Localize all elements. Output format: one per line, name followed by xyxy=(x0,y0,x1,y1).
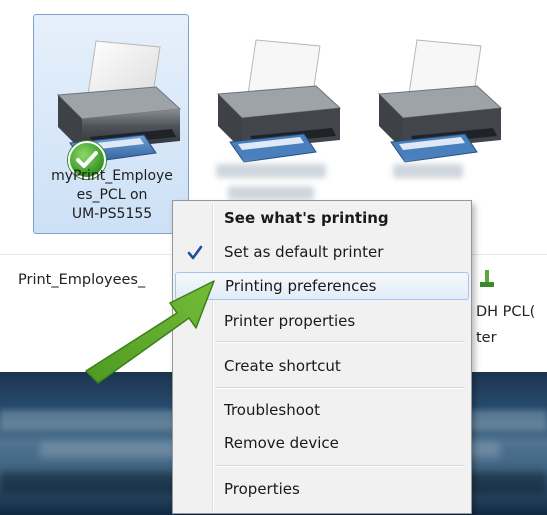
network-status-icon xyxy=(480,270,494,287)
blurred-printer-name xyxy=(228,186,314,200)
printer-tile-myprint[interactable]: myPrint_Employe es_PCL on UM-PS5155 xyxy=(33,14,189,234)
printer-icon xyxy=(377,39,503,163)
menu-separator xyxy=(215,341,465,343)
menu-item-remove-device[interactable]: Remove device xyxy=(175,430,469,458)
menu-separator xyxy=(215,387,465,389)
menu-item-printer-properties[interactable]: Printer properties xyxy=(175,308,469,336)
menu-item-troubleshoot[interactable]: Troubleshoot xyxy=(175,397,469,425)
menu-item-properties[interactable]: Properties xyxy=(175,476,469,504)
menu-separator xyxy=(215,465,465,467)
checkmark-icon xyxy=(187,245,203,260)
screenshot-stage: myPrint_Employe es_PCL on UM-PS5155 Prin… xyxy=(0,0,547,515)
printer-icon xyxy=(56,40,182,164)
menu-item-printing-preferences[interactable]: Printing preferences xyxy=(175,272,469,300)
menu-item-set-default-printer[interactable]: Set as default printer xyxy=(175,239,469,267)
printer-name-label: myPrint_Employe es_PCL on UM-PS5155 xyxy=(51,168,173,222)
menu-item-see-whats-printing[interactable]: See what's printing xyxy=(175,205,469,233)
strip-printer-type-right: ter xyxy=(476,330,497,346)
printer-context-menu: See what's printing Set as default print… xyxy=(172,200,472,514)
printer-icon xyxy=(216,39,342,163)
menu-item-create-shortcut[interactable]: Create shortcut xyxy=(175,353,469,381)
strip-printer-name-right: DH PCL( xyxy=(476,304,536,320)
blurred-printer-name xyxy=(393,164,463,178)
blurred-printer-name xyxy=(216,164,326,178)
strip-printer-name-left: Print_Employees_ xyxy=(18,272,146,288)
